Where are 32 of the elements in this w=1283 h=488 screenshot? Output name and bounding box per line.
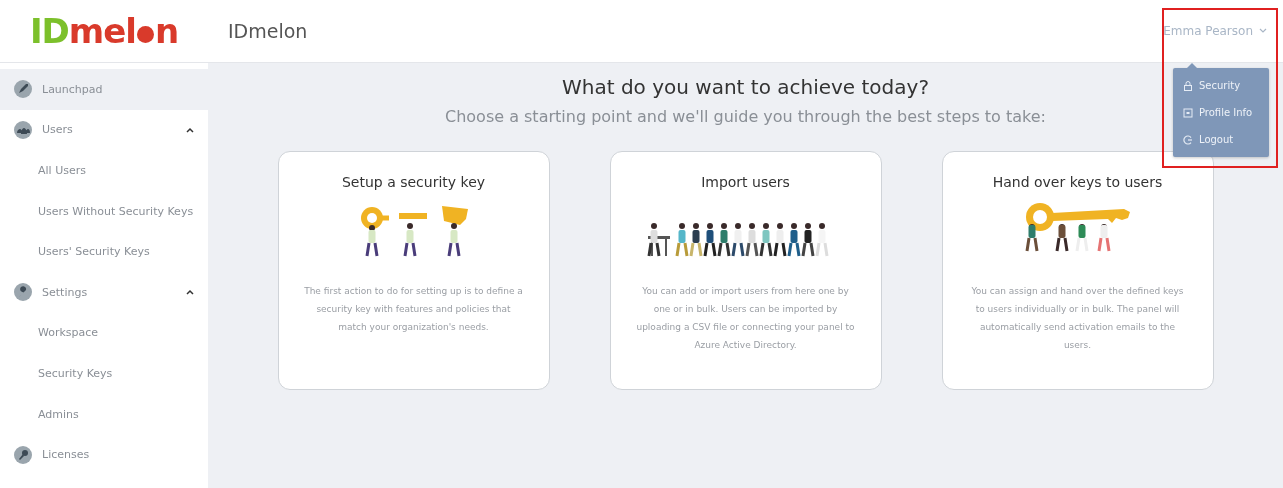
sidebar-item[interactable]: Settings bbox=[0, 271, 208, 313]
menu-item[interactable]: Profile Info bbox=[1173, 99, 1269, 126]
sidebar-subitem[interactable]: Security Keys bbox=[0, 353, 208, 394]
sidebar-item[interactable]: Users bbox=[0, 109, 208, 151]
card-description: You can assign and hand over the defined keys to users individually or in bulk. The panel will automatically send activation emails to the users. bbox=[970, 285, 1185, 352]
sidebar-subitem[interactable]: All Users bbox=[0, 150, 208, 191]
card-title: Import users bbox=[701, 174, 790, 190]
page-subheading: Choose a starting point and we'll guide you through the best steps to take: bbox=[445, 107, 1046, 126]
menu-item[interactable]: Security bbox=[1173, 72, 1269, 99]
people-icon bbox=[14, 120, 32, 139]
sidebar-item[interactable]: Launchpad bbox=[0, 69, 208, 110]
option-card[interactable]: Import users You can add or import users from here one by one or in bulk. Users can be imported by uploading a CSV file or connecting your panel to Azure Active Directory. bbox=[609, 151, 882, 390]
sidebar-subitem[interactable]: Users' Security Keys bbox=[0, 231, 208, 272]
lock-icon bbox=[1183, 80, 1193, 91]
card-title: Hand over keys to users bbox=[992, 174, 1163, 190]
card-description: The first action to do for setting up is to define a security key with features and policies that match your organization's needs. bbox=[303, 285, 524, 334]
sidebar-subitem[interactable]: Users Without Security Keys bbox=[0, 190, 208, 232]
sidebar-item[interactable]: Licenses bbox=[0, 434, 208, 475]
card-description: You can add or import users from here one by one or in bulk. Users can be imported by uploading a CSV file or connecting your panel to Azure Active Directory. bbox=[635, 285, 856, 352]
sidebar-subitem[interactable]: Workspace bbox=[0, 312, 208, 354]
chevron-down-icon bbox=[1259, 28, 1267, 34]
menu-item[interactable]: Logout bbox=[1173, 126, 1269, 153]
option-card[interactable]: Hand over keys to users You can assign and hand over the defined keys to users individually or in bulk. The panel will automatically send activation emails to the users. bbox=[941, 151, 1214, 390]
user-menu-button[interactable]: Emma Pearson bbox=[1161, 22, 1269, 40]
card-title: Setup a security key bbox=[341, 174, 486, 190]
option-card[interactable]: Setup a security key The first action to do for setting up is to define a security key with features and policies that match your organization's needs. bbox=[277, 151, 550, 390]
profile-card-icon bbox=[1183, 107, 1193, 118]
logout-icon bbox=[1183, 134, 1193, 145]
sidebar-subitem[interactable]: Admins bbox=[0, 393, 208, 435]
page-heading: What do you want to achieve today? bbox=[562, 75, 929, 99]
app-title: IDmelon bbox=[228, 20, 309, 42]
idmelon-logo: IDmel n bbox=[28, 11, 180, 51]
